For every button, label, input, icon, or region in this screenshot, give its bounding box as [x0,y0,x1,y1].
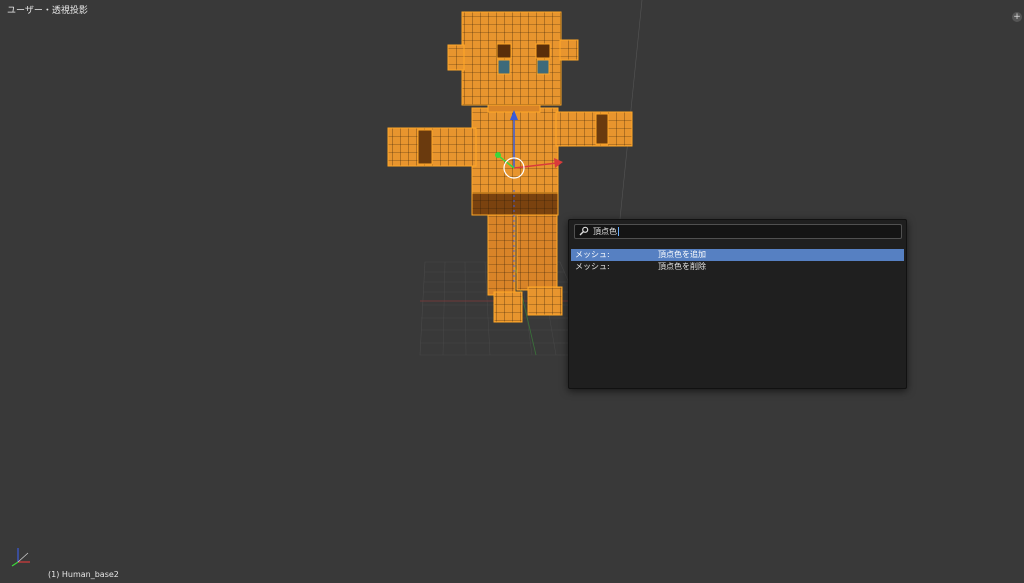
text-caret [618,227,619,236]
axes-gizmo-icon [11,548,30,567]
result-category: メッシュ: [575,262,610,271]
search-query-text: 頂点色 [593,226,619,237]
3d-viewport[interactable]: ユーザー・透視投影 (1) Human_base2 + 頂点色 メッシュ: 頂点… [0,0,1024,583]
result-name: 頂点色を追加 [658,250,706,259]
active-object-label: (1) Human_base2 [48,570,119,579]
search-results-list: メッシュ: 頂点色を追加 メッシュ: 頂点色を削除 [571,249,904,273]
result-name: 頂点色を削除 [658,262,706,271]
search-icon [579,226,589,236]
search-result-item[interactable]: メッシュ: 頂点色を削除 [571,261,904,273]
search-input[interactable]: 頂点色 [574,224,902,239]
search-result-item[interactable]: メッシュ: 頂点色を追加 [571,249,904,261]
result-category: メッシュ: [575,250,610,259]
add-panel-button[interactable]: + [1012,12,1022,22]
background-line [619,0,643,220]
view-mode-label: ユーザー・透視投影 [7,6,88,16]
search-query: 頂点色 [593,227,617,236]
operator-search-popup: 頂点色 メッシュ: 頂点色を追加 メッシュ: 頂点色を削除 [568,219,907,389]
